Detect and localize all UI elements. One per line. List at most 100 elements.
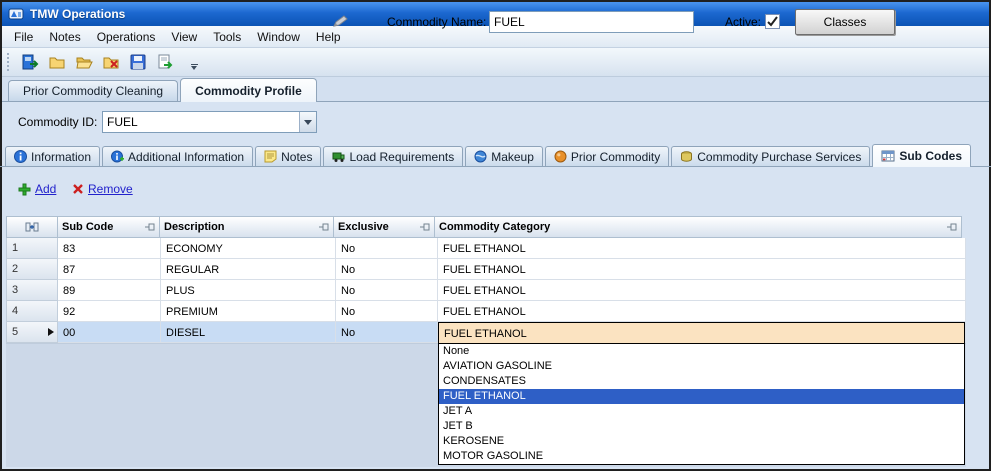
menu-view[interactable]: View	[163, 26, 205, 47]
dropdown-editor-value[interactable]: FUEL ETHANOL	[439, 323, 964, 344]
commodity-name-input[interactable]: FUEL	[489, 11, 694, 33]
app-icon	[8, 6, 24, 22]
save-button[interactable]	[126, 50, 150, 74]
dropdown-option-selected[interactable]: FUEL ETHANOL	[439, 389, 964, 404]
row-selector[interactable]: 5	[6, 322, 58, 343]
pin-column-icon[interactable]	[420, 222, 430, 232]
open-button[interactable]	[72, 50, 96, 74]
add-link-group[interactable]: Add	[18, 182, 56, 196]
tab-commodity-profile[interactable]: Commodity Profile	[180, 78, 317, 102]
cell-sub-code[interactable]: 92	[58, 301, 161, 322]
exit-button[interactable]	[18, 50, 42, 74]
row-number: 3	[12, 284, 18, 300]
toolbar-grip[interactable]	[7, 53, 11, 71]
tab-notes[interactable]: Notes	[255, 146, 321, 166]
cell-commodity-category[interactable]: FUEL ETHANOL	[438, 280, 966, 301]
cell-commodity-category[interactable]: FUEL ETHANOL	[438, 238, 966, 259]
checkmark-icon	[767, 16, 778, 27]
remove-link-group[interactable]: Remove	[72, 182, 133, 196]
classes-button[interactable]: Classes	[795, 9, 895, 35]
pin-column-icon[interactable]	[145, 222, 155, 232]
close-folder-icon	[102, 53, 120, 71]
menu-operations[interactable]: Operations	[89, 26, 164, 47]
dropdown-option[interactable]: MOTOR GASOLINE	[439, 449, 964, 464]
chevron-down-icon	[304, 120, 312, 125]
tab-additional-information[interactable]: Additional Information	[102, 146, 253, 166]
table-row: 3 89 PLUS No FUEL ETHANOL	[6, 280, 966, 301]
column-chooser-icon	[25, 221, 39, 233]
cell-description[interactable]: PREMIUM	[161, 301, 336, 322]
open-folder-icon	[75, 53, 93, 71]
save-icon	[129, 53, 147, 71]
dropdown-option[interactable]: JET A	[439, 404, 964, 419]
close-folder-button[interactable]	[99, 50, 123, 74]
classes-button-label: Classes	[824, 15, 867, 29]
column-header-description[interactable]: Description	[159, 216, 334, 238]
new-button[interactable]	[45, 50, 69, 74]
tab-makeup[interactable]: Makeup	[465, 146, 543, 166]
dropdown-option[interactable]: KEROSENE	[439, 434, 964, 449]
tab-label: Notes	[281, 150, 312, 164]
cell-exclusive[interactable]: No	[336, 259, 438, 280]
cell-sub-code[interactable]: 87	[58, 259, 161, 280]
tab-prior-commodity-cleaning[interactable]: Prior Commodity Cleaning	[8, 80, 178, 101]
add-link[interactable]: Add	[35, 182, 56, 196]
column-label: Sub Code	[62, 221, 113, 233]
new-folder-icon	[48, 53, 66, 71]
tab-load-requirements[interactable]: Load Requirements	[323, 146, 463, 166]
column-header-sub-code[interactable]: Sub Code	[57, 216, 160, 238]
cell-exclusive[interactable]: No	[336, 280, 438, 301]
cell-description[interactable]: DIESEL	[161, 322, 336, 343]
dropdown-option[interactable]: None	[439, 344, 964, 359]
row-selector[interactable]: 1	[6, 238, 58, 259]
pin-column-icon[interactable]	[319, 222, 329, 232]
toolbar-overflow-button[interactable]	[188, 64, 200, 70]
cell-exclusive[interactable]: No	[336, 322, 438, 343]
menu-file[interactable]: File	[6, 26, 41, 47]
pin-column-icon[interactable]	[947, 222, 957, 232]
menu-window[interactable]: Window	[249, 26, 308, 47]
cell-description[interactable]: ECONOMY	[161, 238, 336, 259]
active-checkbox[interactable]	[765, 14, 780, 29]
commodity-id-combobox[interactable]: FUEL	[102, 111, 317, 133]
column-label: Description	[164, 221, 225, 233]
dropdown-option[interactable]: JET B	[439, 419, 964, 434]
remove-link[interactable]: Remove	[88, 182, 133, 196]
table-row: 4 92 PREMIUM No FUEL ETHANOL	[6, 301, 966, 322]
tab-information[interactable]: Information	[5, 146, 100, 166]
tab-label: Prior Commodity Cleaning	[23, 84, 163, 98]
row-selector[interactable]: 4	[6, 301, 58, 322]
tab-label: Additional Information	[128, 150, 244, 164]
column-header-commodity-category[interactable]: Commodity Category	[434, 216, 962, 238]
tab-label: Prior Commodity	[571, 150, 660, 164]
dropdown-option[interactable]: AVIATION GASOLINE	[439, 359, 964, 374]
cell-exclusive[interactable]: No	[336, 238, 438, 259]
cell-sub-code[interactable]: 83	[58, 238, 161, 259]
cell-description[interactable]: PLUS	[161, 280, 336, 301]
cell-exclusive[interactable]: No	[336, 301, 438, 322]
column-chooser-header[interactable]	[6, 216, 58, 238]
active-label: Active:	[725, 15, 761, 29]
cell-description[interactable]: REGULAR	[161, 259, 336, 280]
cell-sub-code[interactable]: 89	[58, 280, 161, 301]
menu-tools[interactable]: Tools	[205, 26, 249, 47]
cell-commodity-category[interactable]: FUEL ETHANOL	[438, 301, 966, 322]
additional-information-icon	[111, 150, 124, 163]
exit-icon	[21, 53, 39, 71]
row-selector[interactable]: 2	[6, 259, 58, 280]
cell-commodity-category[interactable]: FUEL ETHANOL	[438, 259, 966, 280]
dropdown-option[interactable]: CONDENSATES	[439, 374, 964, 389]
menu-help[interactable]: Help	[308, 26, 349, 47]
cell-sub-code[interactable]: 00	[58, 322, 161, 343]
row-selector[interactable]: 3	[6, 280, 58, 301]
column-header-exclusive[interactable]: Exclusive	[333, 216, 435, 238]
export-button[interactable]	[153, 50, 177, 74]
tab-commodity-purchase-services[interactable]: Commodity Purchase Services	[671, 146, 870, 166]
menu-notes[interactable]: Notes	[41, 26, 88, 47]
edit-pencil-icon[interactable]	[332, 13, 350, 29]
tab-prior-commodity[interactable]: Prior Commodity	[545, 146, 669, 166]
prior-commodity-icon	[554, 150, 567, 163]
tab-sub-codes[interactable]: Sub Codes	[872, 144, 971, 167]
tab-label: Makeup	[491, 150, 534, 164]
combo-dropdown-button[interactable]	[299, 112, 316, 132]
